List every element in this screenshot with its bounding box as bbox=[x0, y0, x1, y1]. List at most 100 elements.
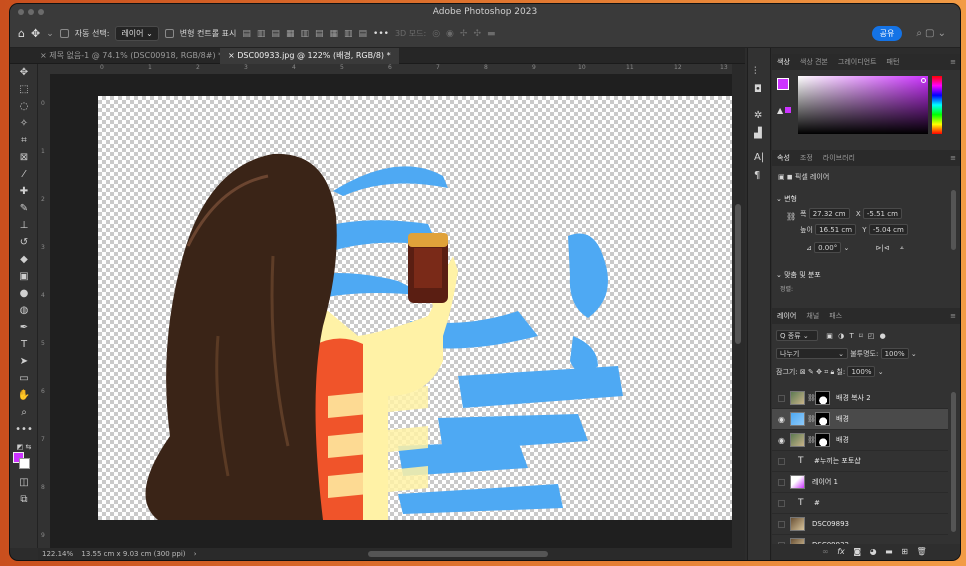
layer-row[interactable]: T #누끼는 포토샵 bbox=[772, 451, 948, 472]
opacity-field[interactable]: 100% bbox=[880, 348, 909, 359]
saturation-field[interactable] bbox=[798, 76, 928, 134]
align-top-icon[interactable]: ▦ bbox=[286, 29, 295, 39]
lock-all-icon[interactable]: 🔒︎ bbox=[830, 368, 834, 376]
layer-row[interactable]: T # bbox=[772, 493, 948, 514]
hand-tool-icon[interactable]: ✋ bbox=[14, 389, 34, 403]
filter-type-icon[interactable]: T bbox=[849, 332, 853, 340]
brush-tool-icon[interactable]: ✎ bbox=[14, 202, 34, 216]
layer-mask-thumbnail[interactable] bbox=[815, 391, 830, 405]
distribute-icon[interactable]: ▦ bbox=[329, 29, 338, 39]
filter-smart-icon[interactable]: ◰ bbox=[868, 332, 875, 340]
panel-menu-icon[interactable]: ≡ bbox=[950, 312, 956, 320]
3d-camera-icon[interactable]: ▬ bbox=[487, 29, 496, 39]
frame-tool-icon[interactable]: ⊠ bbox=[14, 151, 34, 165]
share-button[interactable]: 공유 bbox=[872, 26, 902, 41]
lock-position-icon[interactable]: ✥ bbox=[816, 368, 822, 376]
status-arrow-icon[interactable]: › bbox=[194, 550, 197, 558]
screen-mode-icon[interactable]: ⧉ bbox=[14, 493, 34, 507]
layer-row[interactable]: 레이어 1 bbox=[772, 472, 948, 493]
tab-gradients[interactable]: 그레이디언트 bbox=[838, 57, 877, 67]
rectangle-tool-icon[interactable]: ▭ bbox=[14, 372, 34, 386]
group-icon[interactable]: ▬ bbox=[885, 547, 893, 556]
navigator-icon[interactable]: ✲ bbox=[754, 110, 762, 121]
lock-artboard-icon[interactable]: ⌗ bbox=[824, 368, 828, 376]
home-icon[interactable]: ⌂ bbox=[18, 27, 25, 40]
mask-icon[interactable]: ◙ bbox=[853, 547, 861, 556]
dodge-tool-icon[interactable]: ◍ bbox=[14, 304, 34, 318]
auto-select-checkbox[interactable] bbox=[59, 29, 69, 38]
distribute-spacing-icon[interactable]: ▥ bbox=[344, 29, 353, 39]
workspace-icon[interactable]: ▢ ⌄ bbox=[925, 28, 946, 39]
tab-paths[interactable]: 패스 bbox=[829, 311, 842, 321]
paragraph-icon[interactable]: ¶ bbox=[754, 170, 760, 181]
layer-thumbnail[interactable] bbox=[790, 475, 805, 489]
layer-thumbnail[interactable] bbox=[790, 391, 805, 405]
zoom-level[interactable]: 122.14% bbox=[42, 550, 73, 558]
layer-row[interactable]: ◉ ⛓ 배경 bbox=[772, 430, 948, 451]
zoom-tool-icon[interactable]: ⌕ bbox=[14, 406, 34, 420]
link-dimensions-icon[interactable]: ⛓ bbox=[786, 212, 796, 221]
layer-thumbnail[interactable] bbox=[790, 412, 805, 426]
chevron-down-icon[interactable]: ⌄ bbox=[46, 29, 54, 39]
panel-menu-icon[interactable]: ≡ bbox=[950, 154, 956, 162]
lasso-tool-icon[interactable]: ◌ bbox=[14, 100, 34, 114]
visibility-toggle[interactable] bbox=[778, 395, 785, 402]
blend-mode-dropdown[interactable]: 나누기 ⌄ bbox=[776, 348, 848, 359]
eye-icon[interactable]: ◉ bbox=[778, 430, 788, 451]
eraser-tool-icon[interactable]: ◆ bbox=[14, 253, 34, 267]
magic-wand-tool-icon[interactable]: ✧ bbox=[14, 117, 34, 131]
properties-scrollbar[interactable] bbox=[951, 190, 956, 250]
height-field[interactable]: 16.51 cm bbox=[815, 224, 857, 235]
tab-adjustments[interactable]: 조정 bbox=[800, 153, 813, 163]
layers-scrollbar[interactable] bbox=[951, 392, 956, 532]
align-bottom-icon[interactable]: ▤ bbox=[315, 29, 324, 39]
distribute-vertical-icon[interactable]: ▤ bbox=[359, 29, 368, 39]
search-icon[interactable]: ⌕ bbox=[916, 28, 922, 39]
align-middle-icon[interactable]: ▥ bbox=[300, 29, 309, 39]
move-tool-icon[interactable]: ✥ bbox=[31, 27, 40, 40]
stamp-tool-icon[interactable]: ⊥ bbox=[14, 219, 34, 233]
tab-dsc00933[interactable]: × DSC00933.jpg @ 122% (배경, RGB/8) * bbox=[220, 48, 399, 64]
lock-transparency-icon[interactable]: ⊠ bbox=[800, 368, 806, 376]
character-icon[interactable]: A| bbox=[754, 152, 764, 163]
tab-layers[interactable]: 레이어 bbox=[777, 311, 796, 321]
filter-adjustment-icon[interactable]: ◑ bbox=[838, 332, 844, 340]
y-field[interactable]: -5.04 cm bbox=[868, 224, 908, 235]
tab-channels[interactable]: 채널 bbox=[806, 311, 819, 321]
layer-row[interactable]: DSC09893 bbox=[772, 514, 948, 535]
flip-vertical-icon[interactable]: ⩡ bbox=[900, 244, 904, 252]
vertical-scroll-thumb[interactable] bbox=[735, 204, 741, 344]
quick-mask-icon[interactable]: ◫ bbox=[14, 476, 34, 490]
transform-controls-checkbox[interactable] bbox=[164, 29, 174, 38]
3d-orbit-icon[interactable]: ◎ bbox=[432, 29, 440, 39]
layer-mask-thumbnail[interactable] bbox=[815, 433, 830, 447]
tab-color[interactable]: 색상 bbox=[777, 57, 790, 67]
fx-icon[interactable]: fx bbox=[837, 547, 845, 556]
opacity-dropdown-icon[interactable]: ⌄ bbox=[911, 350, 917, 358]
3d-roll-icon[interactable]: ◉ bbox=[446, 29, 454, 39]
history-brush-icon[interactable]: ↺ bbox=[14, 236, 34, 250]
tab-properties[interactable]: 속성 bbox=[777, 153, 790, 163]
type-tool-icon[interactable]: T bbox=[14, 338, 34, 352]
more-tools-icon[interactable]: ••• bbox=[14, 423, 34, 437]
tab-patterns[interactable]: 패턴 bbox=[887, 57, 900, 67]
more-options-button[interactable]: ••• bbox=[373, 29, 389, 39]
blur-tool-icon[interactable]: ● bbox=[14, 287, 34, 301]
flip-horizontal-icon[interactable]: ⊳|⊲ bbox=[876, 244, 890, 252]
layer-row[interactable]: ◉ ⛓ 배경 bbox=[772, 409, 948, 430]
lock-pixels-icon[interactable]: ✎ bbox=[808, 368, 814, 376]
angle-dropdown-icon[interactable]: ⌄ bbox=[843, 244, 849, 252]
crop-tool-icon[interactable]: ⌗ bbox=[14, 134, 34, 148]
visibility-toggle[interactable] bbox=[778, 458, 785, 465]
eye-icon[interactable]: ◉ bbox=[778, 409, 788, 430]
fill-dropdown-icon[interactable]: ⌄ bbox=[878, 368, 884, 376]
gradient-tool-icon[interactable]: ▣ bbox=[14, 270, 34, 284]
layer-thumbnail[interactable] bbox=[790, 433, 805, 447]
tab-swatches[interactable]: 색상 견본 bbox=[800, 57, 828, 67]
close-window-button[interactable] bbox=[18, 9, 24, 15]
layer-thumbnail[interactable] bbox=[790, 517, 805, 531]
vertical-scrollbar[interactable] bbox=[732, 64, 745, 548]
hue-slider[interactable] bbox=[932, 76, 942, 134]
horizontal-scroll-thumb[interactable] bbox=[368, 551, 548, 557]
auto-select-dropdown[interactable]: 레이어 ⌄ bbox=[115, 26, 159, 41]
